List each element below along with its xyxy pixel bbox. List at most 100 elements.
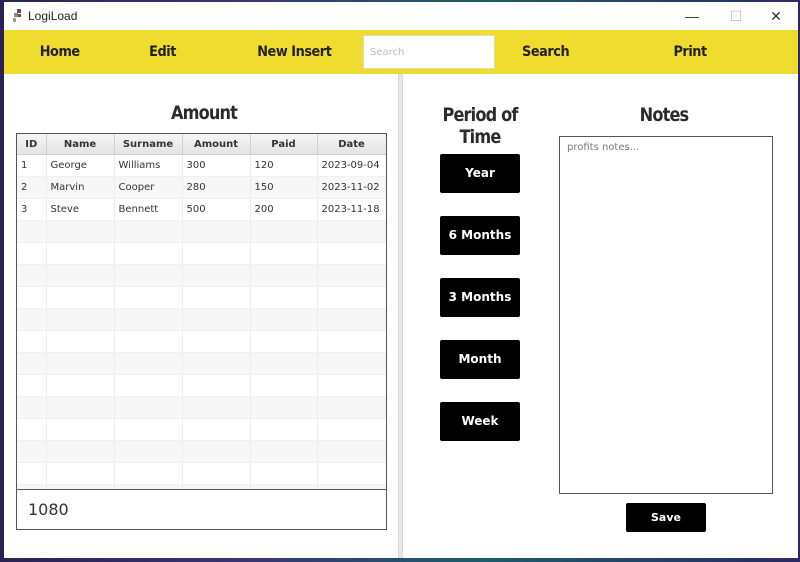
cell-id — [17, 462, 47, 485]
period-3-months-button[interactable]: 3 Months — [440, 278, 520, 317]
nav-home[interactable]: Home — [40, 30, 80, 74]
nav-edit[interactable]: Edit — [149, 30, 176, 74]
cell-amount — [182, 242, 251, 265]
cell-id — [17, 374, 47, 397]
cell-surname — [114, 462, 183, 485]
cell-paid — [250, 396, 318, 419]
cell-id: 2 — [17, 176, 47, 199]
cell-amount — [182, 264, 251, 287]
notes-textarea[interactable] — [559, 136, 773, 494]
search-input[interactable] — [363, 35, 495, 69]
empty-table-row[interactable] — [17, 462, 386, 485]
cell-date — [317, 330, 386, 353]
empty-table-row[interactable] — [17, 264, 386, 287]
search-button[interactable]: Search — [522, 30, 570, 74]
cell-name — [46, 352, 115, 375]
close-button[interactable]: ✕ — [754, 2, 798, 30]
title-bar: LogiLoad — ☐ ✕ — [4, 2, 798, 30]
cell-surname: Cooper — [114, 176, 183, 199]
cell-surname: Bennett — [114, 198, 183, 221]
cell-amount: 280 — [182, 176, 251, 199]
cell-name — [46, 418, 115, 441]
cell-paid — [250, 440, 318, 463]
cell-id — [17, 418, 47, 441]
cell-name — [46, 286, 115, 309]
cell-surname — [114, 308, 183, 331]
cell-id: 1 — [17, 154, 47, 177]
cell-paid — [250, 462, 318, 485]
cell-date: 2023-11-18 — [317, 198, 386, 221]
empty-table-row[interactable] — [17, 396, 386, 419]
cell-name — [46, 440, 115, 463]
table-row[interactable]: 2 Marvin Cooper 280 150 2023-11-02 — [17, 176, 386, 199]
table-header-row: ID Name Surname Amount Paid Date — [17, 134, 386, 155]
cell-id — [17, 220, 47, 243]
period-week-button[interactable]: Week — [440, 402, 520, 441]
cell-amount — [182, 308, 251, 331]
empty-table-row[interactable] — [17, 330, 386, 353]
amount-table: ID Name Surname Amount Paid Date 1 George… — [16, 133, 387, 490]
empty-table-row[interactable] — [17, 286, 386, 309]
column-header-date[interactable]: Date — [317, 134, 386, 155]
cell-amount — [182, 374, 251, 397]
empty-table-row[interactable] — [17, 440, 386, 463]
empty-table-row[interactable] — [17, 220, 386, 243]
cell-id — [17, 440, 47, 463]
empty-table-row[interactable] — [17, 374, 386, 397]
cell-amount — [182, 330, 251, 353]
nav-new-insert[interactable]: New Insert — [257, 30, 332, 74]
cell-surname: Williams — [114, 154, 183, 177]
cell-id — [17, 242, 47, 265]
maximize-button[interactable]: ☐ — [714, 2, 758, 30]
total-amount-field: 1080 — [16, 489, 387, 530]
cell-paid — [250, 330, 318, 353]
column-header-amount[interactable]: Amount — [182, 134, 251, 155]
cell-date — [317, 440, 386, 463]
minimize-button[interactable]: — — [670, 2, 714, 30]
notes-heading: Notes — [639, 104, 689, 126]
column-header-name[interactable]: Name — [46, 134, 115, 155]
empty-table-row[interactable] — [17, 308, 386, 331]
column-header-surname[interactable]: Surname — [114, 134, 183, 155]
cell-surname — [114, 330, 183, 353]
cell-surname — [114, 286, 183, 309]
cell-amount — [182, 462, 251, 485]
cell-id — [17, 330, 47, 353]
empty-table-row[interactable] — [17, 418, 386, 441]
period-year-button[interactable]: Year — [440, 154, 520, 193]
cell-surname — [114, 264, 183, 287]
column-header-paid[interactable]: Paid — [250, 134, 318, 155]
split-pane-divider[interactable] — [398, 74, 403, 558]
cell-id — [17, 308, 47, 331]
cell-paid — [250, 418, 318, 441]
cell-surname — [114, 396, 183, 419]
table-row[interactable]: 1 George Williams 300 120 2023-09-04 — [17, 154, 386, 177]
cell-date — [317, 462, 386, 485]
period-month-button[interactable]: Month — [440, 340, 520, 379]
table-row[interactable]: 3 Steve Bennett 500 200 2023-11-18 — [17, 198, 386, 221]
cell-name — [46, 242, 115, 265]
cell-amount — [182, 418, 251, 441]
cell-id — [17, 396, 47, 419]
cell-paid — [250, 264, 318, 287]
save-notes-button[interactable]: Save — [626, 503, 706, 532]
column-header-id[interactable]: ID — [17, 134, 47, 155]
cell-amount: 500 — [182, 198, 251, 221]
cell-paid — [250, 220, 318, 243]
cell-paid — [250, 242, 318, 265]
empty-table-row[interactable] — [17, 242, 386, 265]
period-6-months-button[interactable]: 6 Months — [440, 216, 520, 255]
cell-date — [317, 308, 386, 331]
cell-name — [46, 264, 115, 287]
cell-surname — [114, 374, 183, 397]
cell-paid — [250, 286, 318, 309]
app-window: LogiLoad — ☐ ✕ Home Edit New Insert Sear… — [4, 2, 798, 558]
empty-table-row[interactable] — [17, 352, 386, 375]
cell-paid: 150 — [250, 176, 318, 199]
cell-id: 3 — [17, 198, 47, 221]
cell-amount: 300 — [182, 154, 251, 177]
cell-date: 2023-09-04 — [317, 154, 386, 177]
cell-paid — [250, 308, 318, 331]
print-button[interactable]: Print — [673, 30, 707, 74]
amount-heading: Amount — [170, 102, 238, 124]
